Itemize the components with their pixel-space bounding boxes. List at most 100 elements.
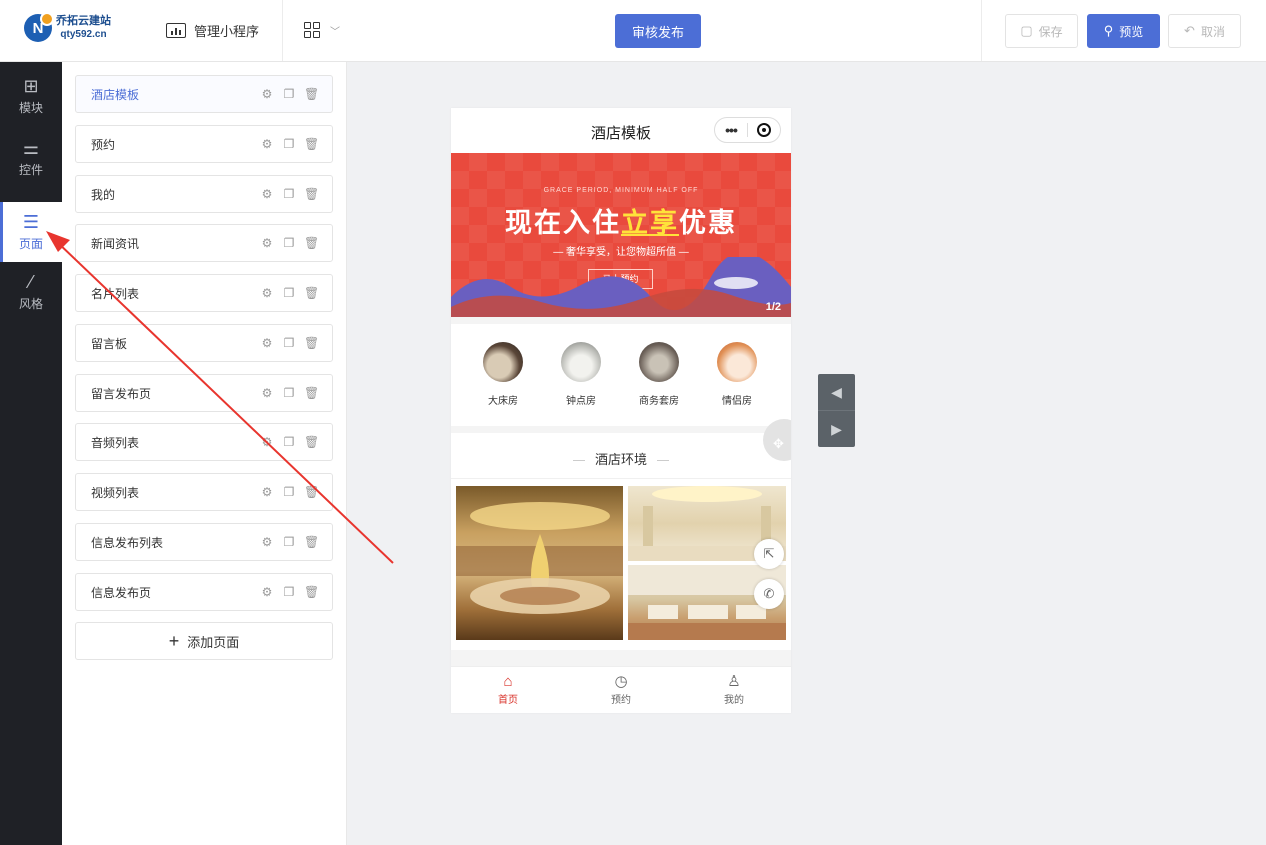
- preview-label: 预览: [1119, 24, 1144, 39]
- preview-button[interactable]: ⚲ 预览: [1087, 14, 1160, 48]
- sidebar-item-modules[interactable]: ⊞ 模块: [0, 66, 62, 126]
- room-item[interactable]: 商务套房: [629, 342, 689, 407]
- room-thumb: [561, 342, 601, 382]
- tab-booking[interactable]: ◷ 预约: [591, 673, 651, 706]
- banner-carousel[interactable]: GRACE PERIOD, MINIMUM HALF OFF 现在入住立享优惠 …: [451, 153, 791, 317]
- page-item-label: 名片列表: [91, 286, 140, 301]
- page-item[interactable]: 音频列表 ⚙ ❐ 🗑: [75, 423, 333, 461]
- copy-icon[interactable]: ❐: [282, 386, 296, 400]
- tab-label: 我的: [724, 695, 744, 706]
- tab-mine[interactable]: ♙ 我的: [704, 673, 764, 706]
- room-thumb: [717, 342, 757, 382]
- divider: [282, 0, 283, 61]
- copy-icon[interactable]: ❐: [282, 137, 296, 151]
- apps-menu-button[interactable]: ﹀: [304, 22, 340, 38]
- page-item[interactable]: 酒店模板 ⚙ ❐ 🗑: [75, 75, 333, 113]
- sidebar-item-label: 页面: [18, 237, 43, 251]
- page-item[interactable]: 预约 ⚙ ❐ 🗑: [75, 125, 333, 163]
- trash-icon[interactable]: 🗑: [304, 187, 319, 201]
- copy-icon[interactable]: ❐: [282, 87, 296, 101]
- bar-chart-icon: [166, 23, 186, 38]
- page-item[interactable]: 信息发布页 ⚙ ❐ 🗑: [75, 573, 333, 611]
- undo-arrow-icon[interactable]: ◀: [818, 374, 855, 410]
- gear-icon[interactable]: ⚙: [260, 386, 274, 400]
- sliders-icon: ⚌: [22, 138, 40, 158]
- copy-icon[interactable]: ❐: [282, 435, 296, 449]
- top-bar: N 乔拓云建站 qty592.cn 管理小程序 ﹀ 审核发布 ▢ 保存 ⚲ 预览…: [0, 0, 1266, 62]
- trash-icon[interactable]: 🗑: [304, 386, 319, 400]
- gear-icon[interactable]: ⚙: [260, 336, 274, 350]
- page-item[interactable]: 视频列表 ⚙ ❐ 🗑: [75, 473, 333, 511]
- add-page-button[interactable]: + 添加页面: [75, 622, 333, 660]
- banner-subtitle: — 奢华享受，让您物超所值 —: [553, 247, 689, 258]
- redo-arrow-icon[interactable]: ▶: [818, 411, 855, 447]
- left-sidebar: ⊞ 模块 ⚌ 控件 ☰ 页面 ⁄ 风格: [0, 62, 62, 845]
- copy-icon[interactable]: ❐: [282, 336, 296, 350]
- gear-icon[interactable]: ⚙: [260, 435, 274, 449]
- share-button[interactable]: ⇱: [754, 539, 784, 569]
- page-item[interactable]: 我的 ⚙ ❐ 🗑: [75, 175, 333, 213]
- gear-icon[interactable]: ⚙: [260, 286, 274, 300]
- save-icon: ▢: [1020, 23, 1033, 38]
- tab-label: 首页: [498, 695, 518, 706]
- divider: [981, 0, 982, 61]
- trash-icon[interactable]: 🗑: [304, 236, 319, 250]
- phone-header: 酒店模板 •••: [451, 108, 791, 153]
- more-icon: •••: [725, 122, 738, 138]
- copy-icon[interactable]: ❐: [282, 286, 296, 300]
- page-item[interactable]: 名片列表 ⚙ ❐ 🗑: [75, 274, 333, 312]
- save-button[interactable]: ▢ 保存: [1005, 14, 1078, 48]
- trash-icon[interactable]: 🗑: [304, 137, 319, 151]
- page-item[interactable]: 新闻资讯 ⚙ ❐ 🗑: [75, 224, 333, 262]
- copy-icon[interactable]: ❐: [282, 187, 296, 201]
- room-thumb: [483, 342, 523, 382]
- gear-icon[interactable]: ⚙: [260, 535, 274, 549]
- page-item-label: 视频列表: [91, 485, 140, 500]
- gear-icon[interactable]: ⚙: [260, 485, 274, 499]
- trash-icon[interactable]: 🗑: [304, 485, 319, 499]
- trash-icon[interactable]: 🗑: [304, 286, 319, 300]
- gear-icon[interactable]: ⚙: [260, 187, 274, 201]
- trash-icon[interactable]: 🗑: [304, 336, 319, 350]
- section-title: 酒店环境: [451, 449, 791, 468]
- sidebar-item-label: 控件: [18, 163, 43, 177]
- cancel-button[interactable]: ↶ 取消: [1168, 14, 1241, 48]
- trash-icon[interactable]: 🗑: [304, 435, 319, 449]
- sidebar-item-controls[interactable]: ⚌ 控件: [0, 128, 62, 188]
- call-button[interactable]: ✆: [754, 579, 784, 609]
- room-types: 大床房 钟点房 商务套房 情侣房: [451, 324, 791, 426]
- publish-button[interactable]: 审核发布: [615, 14, 701, 48]
- sidebar-item-style[interactable]: ⁄ 风格: [0, 262, 62, 322]
- page-item[interactable]: 留言发布页 ⚙ ❐ 🗑: [75, 374, 333, 412]
- manage-miniprogram-button[interactable]: 管理小程序: [166, 21, 259, 40]
- page-item[interactable]: 信息发布列表 ⚙ ❐ 🗑: [75, 523, 333, 561]
- trash-icon[interactable]: 🗑: [304, 585, 319, 599]
- tab-home[interactable]: ⌂ 首页: [478, 673, 538, 706]
- room-item[interactable]: 大床房: [473, 342, 533, 407]
- copy-icon[interactable]: ❐: [282, 535, 296, 549]
- banner-small-text: GRACE PERIOD, MINIMUM HALF OFF: [543, 187, 699, 194]
- cancel-label: 取消: [1200, 24, 1225, 39]
- gear-icon[interactable]: ⚙: [260, 87, 274, 101]
- page-item-label: 酒店模板: [91, 87, 140, 102]
- trash-icon[interactable]: 🗑: [304, 535, 319, 549]
- room-item[interactable]: 情侣房: [707, 342, 767, 407]
- gear-icon[interactable]: ⚙: [260, 585, 274, 599]
- room-item[interactable]: 钟点房: [551, 342, 611, 407]
- page-item[interactable]: 留言板 ⚙ ❐ 🗑: [75, 324, 333, 362]
- page-list-panel: 酒店模板 ⚙ ❐ 🗑 预约 ⚙ ❐ 🗑 我的 ⚙ ❐ 🗑 新闻资讯 ⚙ ❐ 🗑 名片列表 ⚙ ❐ 🗑…: [62, 62, 347, 845]
- sidebar-item-pages[interactable]: ☰ 页面: [0, 202, 62, 262]
- banner-headline: 现在入住立享优惠: [505, 208, 737, 238]
- logo-mark-icon: N: [24, 12, 54, 42]
- copy-icon[interactable]: ❐: [282, 485, 296, 499]
- logo[interactable]: N 乔拓云建站 qty592.cn: [24, 12, 111, 42]
- tab-label: 预约: [611, 695, 631, 706]
- gear-icon[interactable]: ⚙: [260, 236, 274, 250]
- logo-url: qty592.cn: [60, 29, 107, 40]
- phone-icon: ✆: [763, 586, 775, 601]
- page-item-label: 我的: [91, 187, 116, 202]
- gear-icon[interactable]: ⚙: [260, 137, 274, 151]
- trash-icon[interactable]: 🗑: [304, 87, 319, 101]
- copy-icon[interactable]: ❐: [282, 585, 296, 599]
- copy-icon[interactable]: ❐: [282, 236, 296, 250]
